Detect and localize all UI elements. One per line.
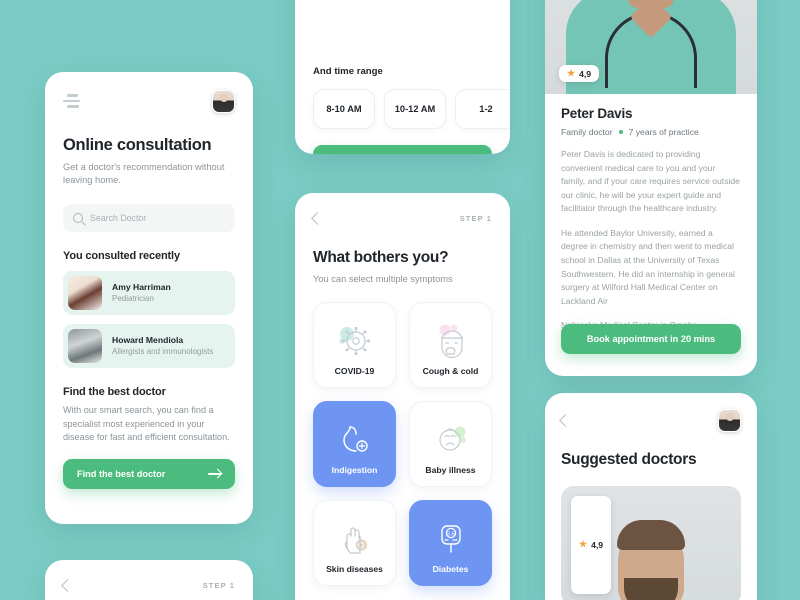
step-label: STEP 1 xyxy=(459,213,492,223)
list-item[interactable]: Howard Mendiola Allergists and immunolog… xyxy=(63,323,235,368)
doctor-specialty: Pediatrician xyxy=(112,294,154,304)
home-topbar xyxy=(63,88,235,114)
svg-text:5,6: 5,6 xyxy=(447,532,455,538)
doctor-name: Howard Mendiola xyxy=(112,335,184,346)
doctor-meta: Family doctor 7 years of practice xyxy=(561,127,741,137)
doctor-profile-card: ★ 4,9 Peter Davis Family doctor 7 years … xyxy=(545,0,757,376)
list-item[interactable]: Amy Harriman Pediatrician xyxy=(63,270,235,315)
app-screen: Online consultation Get a doctor's recom… xyxy=(0,0,800,600)
doctor-role: Family doctor xyxy=(561,127,613,137)
suggested-doctors-card: Suggested doctors ★ 4,9 xyxy=(545,393,757,600)
symptom-label: Indigestion xyxy=(331,465,378,476)
star-icon: ★ xyxy=(567,68,576,78)
symptom-tile-cough-cold[interactable]: Cough & cold xyxy=(409,302,492,389)
arrow-right-icon xyxy=(208,473,221,475)
doctor-name: Amy Harriman xyxy=(112,282,171,293)
doctor-name: Peter Davis xyxy=(561,106,633,121)
symptoms-title: What bothers you? xyxy=(313,249,449,266)
user-avatar[interactable] xyxy=(212,89,235,113)
time-range-chips: 8-10 AM 10-12 AM 1-2 xyxy=(313,89,510,129)
symptom-label: Cough & cold xyxy=(422,366,479,377)
symptom-label: Diabetes xyxy=(432,564,469,575)
time-chip[interactable]: 10-12 AM xyxy=(384,89,446,129)
doctor-photo xyxy=(68,275,102,310)
star-icon: ★ xyxy=(579,539,588,550)
time-chip[interactable]: 1-2 xyxy=(455,89,510,129)
rating-badge: ★ 4,9 xyxy=(559,65,600,82)
rating-value: 4,9 xyxy=(591,539,604,550)
symptoms-subtitle: You can select multiple symptoms xyxy=(313,274,453,284)
chevron-left-icon[interactable] xyxy=(61,578,74,592)
suggested-doctor-photo[interactable]: ★ 4,9 xyxy=(561,485,741,600)
find-best-doctor-button[interactable]: Find the best doctor xyxy=(63,458,235,489)
symptom-tile-diabetes[interactable]: 5,6 Diabetes xyxy=(409,500,492,587)
baby-face-icon xyxy=(410,418,491,460)
sneezing-face-icon xyxy=(410,319,491,361)
step-bar: STEP 1 xyxy=(311,207,492,229)
online-consultation-card: Online consultation Get a doctor's recom… xyxy=(45,72,253,524)
doctor-photo: ★ 4,9 xyxy=(545,0,757,94)
time-chip[interactable]: 8-10 AM xyxy=(313,89,375,129)
hand-rash-icon xyxy=(314,517,395,559)
page-title: Online consultation xyxy=(63,136,212,154)
symptom-grid: COVID-19 Cough & cold Indigestion Baby i… xyxy=(313,302,492,587)
hamburger-icon[interactable] xyxy=(63,94,80,108)
glucometer-icon: 5,6 xyxy=(410,517,491,559)
recent-heading: You consulted recently xyxy=(63,249,180,262)
step-bar: STEP 1 xyxy=(61,574,235,596)
rating-badge: ★ 4,9 xyxy=(571,495,612,594)
book-appointment-label: Book appointment in 20 mins xyxy=(586,334,716,344)
symptom-label: Baby illness xyxy=(425,465,476,476)
find-best-body: With our smart search, you can find a sp… xyxy=(63,404,230,443)
virus-icon xyxy=(314,319,395,361)
step-label: STEP 1 xyxy=(202,580,235,590)
suggested-topbar xyxy=(559,407,741,433)
book-appointment-button[interactable]: Book appointment in 20 mins xyxy=(561,324,741,354)
chevron-left-icon[interactable] xyxy=(311,211,324,225)
search-icon xyxy=(73,212,83,223)
symptom-label: COVID-19 xyxy=(334,366,375,377)
page-subtitle: Get a doctor's recommendation without le… xyxy=(63,162,225,186)
doctor-profile-body: Peter Davis Family doctor 7 years of pra… xyxy=(545,94,757,333)
find-best-heading: Find the best doctor xyxy=(63,385,166,398)
symptom-tile-baby-illness[interactable]: Baby illness xyxy=(409,401,492,488)
doctor-bio-paragraph-2: He attended Baylor University, earned a … xyxy=(561,227,735,306)
stomach-icon xyxy=(314,418,395,460)
symptom-tile-covid-19[interactable]: COVID-19 xyxy=(313,302,396,389)
rating-value: 4,9 xyxy=(579,68,592,79)
find-best-doctor-label: Find the best doctor xyxy=(77,468,166,479)
search-input[interactable]: Search Doctor xyxy=(63,203,235,232)
user-avatar[interactable] xyxy=(718,408,741,432)
time-range-card: And time range 8-10 AM 10-12 AM 1-2 View… xyxy=(295,0,510,154)
step-card-partial: STEP 1 xyxy=(45,560,253,600)
separator-dot-icon xyxy=(618,130,623,134)
symptom-tile-skin-diseases[interactable]: Skin diseases xyxy=(313,500,396,587)
doctor-specialty: Allergists and immunologists xyxy=(112,347,214,357)
search-placeholder: Search Doctor xyxy=(90,212,147,223)
suggested-title: Suggested doctors xyxy=(561,451,697,468)
chevron-left-icon[interactable] xyxy=(559,413,572,427)
doctor-bio-paragraph-1: Peter Davis is dedicated to providing co… xyxy=(561,149,740,214)
doctor-experience: 7 years of practice xyxy=(628,127,699,137)
symptoms-card: STEP 1 What bothers you? You can select … xyxy=(295,193,510,600)
time-range-label: And time range xyxy=(313,66,383,77)
symptom-label: Skin diseases xyxy=(326,564,383,575)
view-suggested-doctors-button[interactable]: View suggested doctors xyxy=(313,145,492,154)
doctor-photo xyxy=(68,328,102,363)
symptom-tile-indigestion[interactable]: Indigestion xyxy=(313,401,396,488)
